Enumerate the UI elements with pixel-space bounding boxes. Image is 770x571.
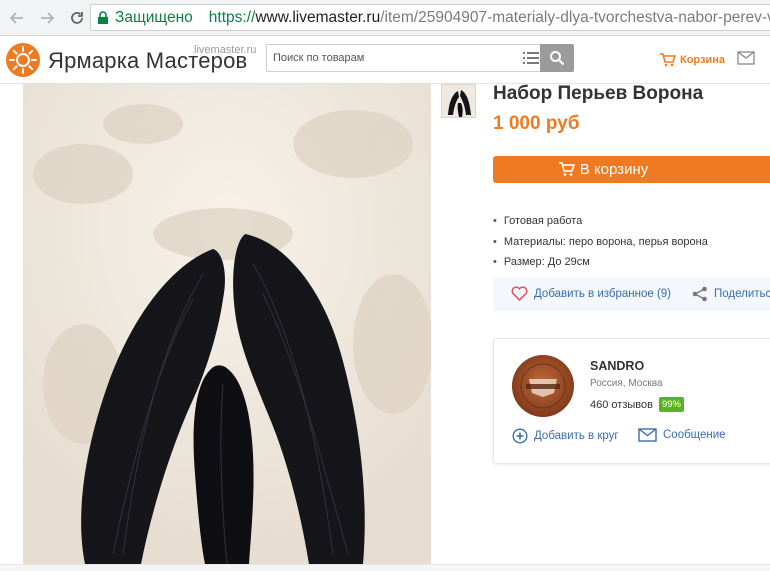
back-button[interactable] bbox=[4, 5, 30, 31]
forward-arrow-icon bbox=[41, 11, 55, 24]
seller-reviews[interactable]: 460 отзывов 99% bbox=[590, 397, 684, 412]
product-thumbnail[interactable] bbox=[441, 84, 476, 118]
product-properties: Готовая работа Материалы: перо ворона, п… bbox=[493, 211, 708, 273]
seller-name[interactable]: SANDRO bbox=[590, 359, 644, 373]
rating-badge: 99% bbox=[658, 397, 684, 412]
plus-circle-icon bbox=[512, 428, 528, 444]
add-to-circle-label: Добавить в круг bbox=[534, 430, 619, 442]
seller-avatar-image bbox=[512, 355, 574, 417]
page-bottom-edge bbox=[0, 564, 770, 571]
address-bar[interactable]: Защищено https:// www.livemaster.ru /ite… bbox=[90, 4, 770, 31]
product-price: 1 000 руб bbox=[493, 113, 580, 134]
share-icon bbox=[692, 286, 707, 302]
cart-link[interactable]: Корзина bbox=[659, 53, 725, 67]
secure-label: Защищено bbox=[115, 8, 193, 26]
product-title: Набор Перьев Ворона bbox=[493, 83, 704, 104]
envelope-icon bbox=[638, 428, 657, 442]
cart-label: Корзина bbox=[680, 54, 725, 66]
reload-button[interactable] bbox=[64, 5, 90, 31]
url-scheme: https:// bbox=[208, 8, 256, 26]
cart-icon bbox=[558, 162, 575, 176]
logo-sun-glyph bbox=[9, 46, 37, 74]
share-label: Поделиться bbox=[714, 288, 770, 300]
property-item: Размер: До 29см bbox=[493, 252, 708, 273]
url-path: /item/25904907-materialy-dlya-tvorchestv… bbox=[380, 8, 770, 26]
favorites-label: Добавить в избранное (9) bbox=[534, 287, 672, 300]
add-to-favorites-button[interactable]: Добавить в избранное (9) bbox=[511, 286, 671, 301]
lock-icon bbox=[98, 10, 108, 24]
messages-link[interactable] bbox=[737, 51, 755, 70]
search-button[interactable] bbox=[540, 44, 574, 72]
share-button[interactable]: Поделиться bbox=[692, 286, 770, 302]
logo-sun-icon[interactable] bbox=[6, 43, 40, 77]
product-actions-bar: Добавить в избранное (9) Поделиться bbox=[493, 277, 770, 311]
cart-icon bbox=[660, 53, 676, 67]
search-icon bbox=[550, 51, 565, 66]
thumbnail-image bbox=[442, 85, 475, 117]
forward-button[interactable] bbox=[34, 5, 60, 31]
search-box bbox=[266, 44, 574, 72]
heart-icon bbox=[511, 286, 528, 301]
product-photo[interactable] bbox=[23, 84, 431, 564]
secure-indicator: Защищено bbox=[97, 9, 193, 27]
envelope-icon bbox=[737, 51, 755, 65]
logo-subtext: livemaster.ru bbox=[194, 44, 257, 56]
reviews-count: 460 отзывов bbox=[590, 398, 653, 411]
url-domain: www.livemaster.ru bbox=[255, 8, 381, 26]
reload-icon bbox=[71, 11, 83, 24]
seller-location: Россия, Москва bbox=[590, 378, 663, 389]
back-arrow-icon bbox=[9, 11, 23, 24]
seller-card: SANDRO Россия, Москва 460 отзывов 99% До… bbox=[493, 338, 770, 464]
property-item: Готовая работа bbox=[493, 211, 708, 232]
site-header: Ярмарка Мастеров livemaster.ru Корзина bbox=[0, 36, 770, 84]
add-to-cart-label: В корзину bbox=[579, 161, 649, 178]
seller-avatar[interactable] bbox=[512, 355, 574, 417]
catalog-list-icon[interactable] bbox=[523, 51, 539, 65]
search-input[interactable] bbox=[273, 46, 513, 70]
add-to-circle-button[interactable]: Добавить в круг bbox=[512, 428, 619, 444]
property-item: Материалы: перо ворона, перья ворона bbox=[493, 232, 708, 253]
add-to-cart-button[interactable]: В корзину bbox=[493, 156, 770, 183]
send-message-button[interactable]: Сообщение bbox=[638, 428, 726, 442]
crow-feathers-image bbox=[23, 84, 431, 564]
browser-toolbar: Защищено https:// www.livemaster.ru /ite… bbox=[0, 0, 770, 36]
message-label: Сообщение bbox=[663, 429, 726, 441]
